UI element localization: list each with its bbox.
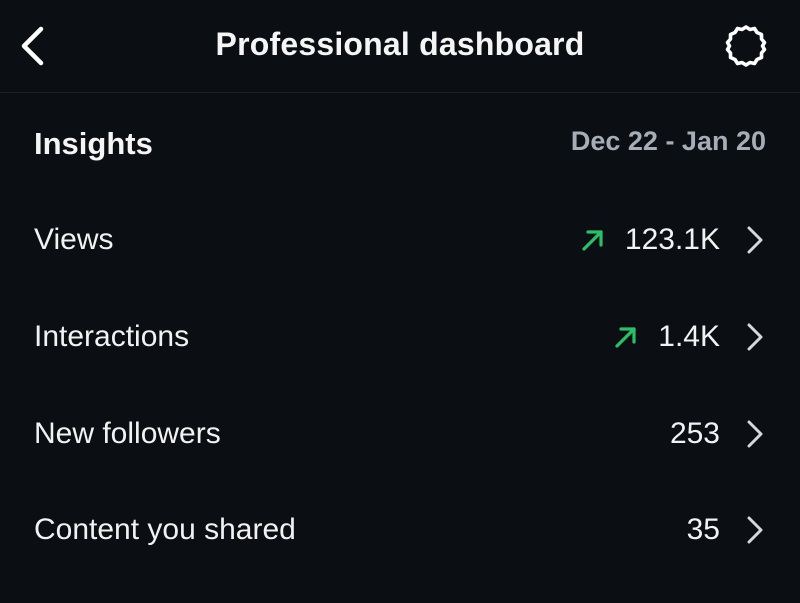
page-title: Professional dashboard [215,26,585,62]
chevron-right-icon [744,515,766,545]
insight-row-interactions[interactable]: Interactions 1.4K [0,289,800,385]
trend-up-arrow-icon [612,323,640,351]
row-value: 253 [669,417,720,450]
insights-header: Insights Dec 22 - Jan 20 [34,120,766,168]
row-value: 123.1K [624,223,720,256]
insight-row-views[interactable]: Views 123.1K [0,192,800,288]
row-label: Content you shared [34,513,296,546]
insight-row-new-followers[interactable]: New followers 253 [0,386,800,482]
trend-up-arrow-icon [579,226,607,254]
settings-button[interactable] [722,22,770,70]
row-value-group: 253 [670,417,766,451]
chevron-right-icon [744,322,766,352]
chevron-right-icon [744,225,766,255]
row-value: 35 [686,513,720,546]
row-label: Interactions [34,320,190,353]
gear-icon [725,25,767,67]
row-value-group: 35 [687,513,766,547]
row-value: 1.4K [658,320,720,353]
chevron-right-icon [744,419,766,449]
row-value-group: 123.1K [579,223,766,257]
date-range[interactable]: Dec 22 - Jan 20 [571,126,766,157]
insights-title: Insights [34,126,153,161]
row-label: Views [34,223,114,256]
row-label: New followers [34,417,221,450]
insight-row-content-shared[interactable]: Content you shared 35 [0,482,800,578]
professional-dashboard-screen: Professional dashboard Insights Dec 22 -… [0,0,800,603]
row-value-group: 1.4K [612,320,766,354]
top-bar: Professional dashboard [0,0,800,93]
